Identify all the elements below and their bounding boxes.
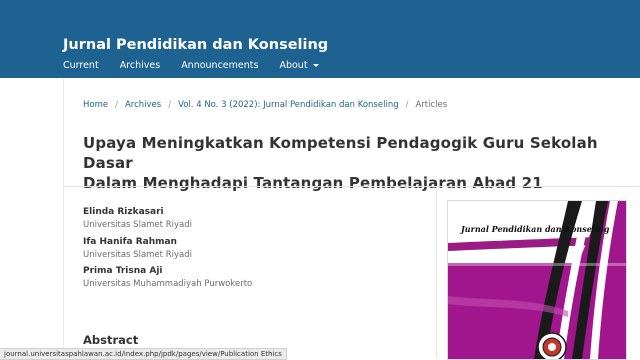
author-name: Ifa Hanifa Rahman [83,237,177,247]
caret-down-icon [312,64,319,67]
main-nav: Current Archives Announcements About [63,60,340,74]
author-entry: Prima Trisna Aji Universitas Muhammadiya… [83,266,252,289]
nav-archives[interactable]: Archives [120,60,161,74]
author-affiliation: Universitas Muhammadiyah Purwokerto [83,279,253,289]
breadcrumb: Home / Archives / Vol. 4 No. 3 (2022): Jurna… [83,100,447,110]
divider [63,186,640,187]
breadcrumb-current: Articles [415,100,448,110]
status-bar-url: journal.universitaspahlawan.ac.id/index.… [0,348,287,360]
abstract-heading: Abstract [83,333,139,347]
nav-current[interactable]: Current [63,60,99,74]
column-divider [436,187,437,358]
author-name: Prima Trisna Aji [83,266,163,276]
breadcrumb-separator: / [168,100,172,110]
author-affiliation: Universitas Slamet Riyadi [83,220,192,230]
nav-announcements[interactable]: Announcements [181,60,258,74]
site-header: Jurnal Pendidikan dan Konseling Current … [0,0,640,78]
cover-title: Jurnal Pendidikan dan Konseling [461,224,610,234]
university-seal-icon [537,332,567,359]
breadcrumb-separator: / [405,100,409,110]
nav-about[interactable]: About [279,60,319,74]
article-title-line-1: Upaya Meningkatkan Kompetensi Pendagogik… [83,134,598,172]
author-name: Elinda Rizkasari [83,207,164,217]
site-title[interactable]: Jurnal Pendidikan dan Konseling [63,37,328,53]
nav-about-label: About [279,60,308,71]
breadcrumb-issue[interactable]: Vol. 4 No. 3 (2022): Jurnal Pendidikan d… [178,100,399,110]
journal-cover-image[interactable]: Jurnal Pendidikan dan Konseling [447,200,627,360]
breadcrumb-home[interactable]: Home [83,100,108,110]
breadcrumb-separator: / [115,100,118,110]
breadcrumb-archives[interactable]: Archives [125,100,161,110]
article-title-line-2: Dalam Menghadapi Tantangan Pembelajaran … [83,174,543,192]
author-affiliation: Universitas Slamet Riyadi [83,250,192,260]
author-entry: Ifa Hanifa Rahman Universitas Slamet Riy… [83,237,192,260]
author-entry: Elinda Rizkasari Universitas Slamet Riya… [83,207,192,230]
article-title: Upaya Meningkatkan Kompetensi Pendagogik… [83,133,633,193]
